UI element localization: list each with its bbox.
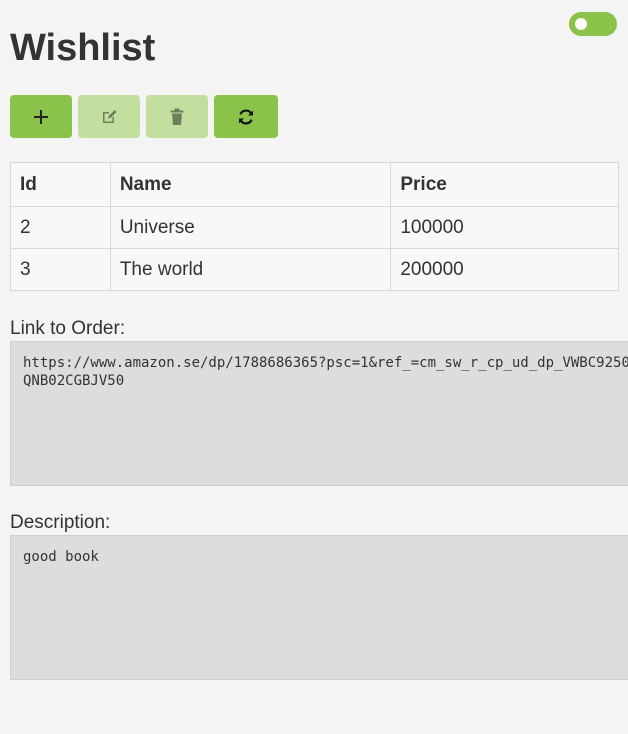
delete-button[interactable]: [146, 95, 208, 138]
table-row[interactable]: 3 The world 200000: [10, 248, 619, 291]
theme-toggle[interactable]: [569, 12, 617, 36]
column-header-id[interactable]: Id: [10, 162, 111, 207]
table-header-row: Id Name Price: [10, 162, 619, 207]
plus-icon: [34, 109, 48, 124]
cell-name: Universe: [109, 206, 392, 249]
edit-button[interactable]: [78, 95, 140, 138]
trash-icon: [170, 108, 184, 125]
column-header-name[interactable]: Name: [109, 162, 392, 207]
link-to-order-field[interactable]: https://www.amazon.se/dp/1788686365?psc=…: [10, 341, 628, 486]
wishlist-table: Id Name Price 2 Universe 100000 3 The wo…: [10, 162, 619, 291]
cell-id: 3: [10, 248, 111, 291]
toggle-knob: [575, 18, 587, 30]
wishlist-page: Wishlist Id Name Price 2 Universe 100000…: [0, 0, 628, 734]
cell-price: 100000: [390, 206, 619, 249]
description-field[interactable]: good book: [10, 535, 628, 680]
add-button[interactable]: [10, 95, 72, 138]
refresh-button[interactable]: [214, 95, 278, 138]
page-title: Wishlist: [10, 27, 156, 69]
link-to-order-label: Link to Order:: [10, 318, 126, 339]
cell-id: 2: [10, 206, 111, 249]
cell-price: 200000: [390, 248, 619, 291]
toolbar: [10, 95, 278, 138]
refresh-icon: [239, 109, 253, 124]
table-row[interactable]: 2 Universe 100000: [10, 206, 619, 249]
column-header-price[interactable]: Price: [390, 162, 619, 207]
cell-name: The world: [109, 248, 392, 291]
description-label: Description:: [10, 512, 111, 533]
edit-icon: [103, 109, 117, 123]
